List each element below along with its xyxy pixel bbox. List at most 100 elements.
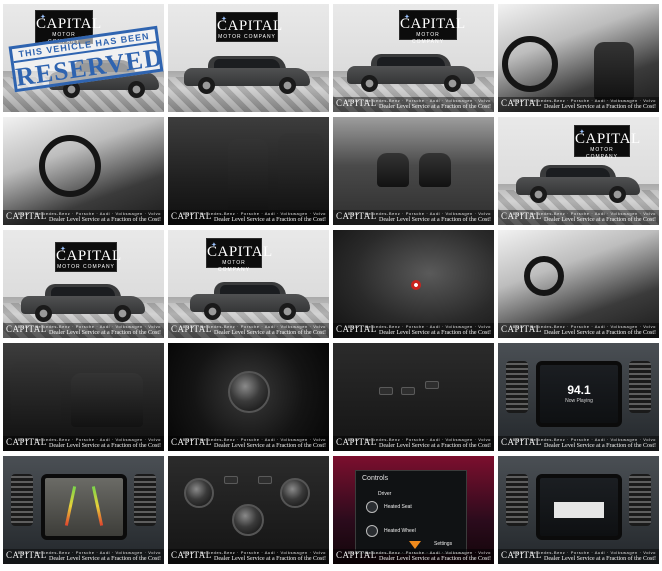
start-button-icon bbox=[411, 280, 421, 290]
watermark-bar: CAPITAL BMW · Mercedes-Benz · Porsche · … bbox=[333, 323, 494, 338]
pointer-arrow-icon bbox=[409, 541, 421, 549]
screen-panel bbox=[554, 502, 604, 518]
steering-wheel bbox=[502, 36, 558, 92]
radio-status: Now Playing bbox=[565, 398, 593, 404]
controls-title: Controls bbox=[362, 475, 389, 482]
radio-screen: 94.1 Now Playing bbox=[536, 361, 622, 427]
console-button-icon bbox=[401, 387, 415, 395]
watermark-makes: BMW · Mercedes-Benz · Porsche · Audi · V… bbox=[347, 211, 491, 216]
vehicle bbox=[516, 165, 640, 203]
star-icon: ✦ bbox=[40, 14, 46, 21]
cargo-background bbox=[333, 117, 494, 225]
settings-label: Settings bbox=[434, 541, 453, 547]
watermark-makes: BMW · Mercedes-Benz · Porsche · Audi · V… bbox=[182, 324, 326, 329]
watermark-bar: CAPITAL BMW · Mercedes-Benz · Porsche · … bbox=[498, 323, 659, 338]
watermark-tagline: Dealer Level Service at a Fraction of th… bbox=[49, 330, 161, 336]
gallery-thumbnail[interactable]: CAPITAL BMW · Mercedes-Benz · Porsche · … bbox=[168, 117, 329, 225]
guide-line bbox=[64, 486, 77, 526]
watermark-makes: BMW · Mercedes-Benz · Porsche · Audi · V… bbox=[512, 98, 656, 103]
watermark-makes: BMW · Mercedes-Benz · Porsche · Audi · V… bbox=[347, 324, 491, 329]
gallery-thumbnail[interactable]: ✦ CAPITAL MOTOR COMPANY THIS VEHICLE HAS… bbox=[3, 4, 164, 112]
dealer-sign: ✦ CAPITAL MOTOR COMPANY bbox=[574, 125, 640, 160]
console-button-icon bbox=[425, 381, 439, 389]
gallery-thumbnail[interactable]: ✦ CAPITAL MOTOR COMPANY CAPITAL BMW · Me… bbox=[168, 230, 329, 338]
steering-wheel bbox=[524, 256, 564, 296]
temperature-knob-icon bbox=[184, 478, 214, 508]
gallery-thumbnail[interactable]: ✦ CAPITAL MOTOR COMPANY CAPITAL BMW · Me… bbox=[498, 117, 659, 225]
watermark-makes: BMW · Mercedes-Benz · Porsche · Audi · V… bbox=[512, 324, 656, 329]
temperature-knob-icon bbox=[280, 478, 310, 508]
vehicle bbox=[190, 282, 310, 320]
gallery-thumbnail[interactable]: CAPITAL BMW · Mercedes-Benz · Porsche · … bbox=[498, 230, 659, 338]
sign-subtitle: MOTOR COMPANY bbox=[57, 264, 115, 270]
watermark-bar: CAPITAL BMW · Mercedes-Benz · Porsche · … bbox=[333, 97, 494, 112]
air-vent-icon bbox=[506, 361, 528, 413]
gallery-thumbnail[interactable]: CAPITAL BMW · Mercedes-Benz · Porsche · … bbox=[168, 343, 329, 451]
gallery-thumbnail[interactable]: ✦ CAPITAL MOTOR COMPANY CAPITAL BMW · Me… bbox=[3, 230, 164, 338]
fan-knob-icon bbox=[232, 504, 264, 536]
watermark-tagline: Dealer Level Service at a Fraction of th… bbox=[379, 556, 491, 562]
gallery-thumbnail[interactable]: CAPITAL BMW · Mercedes-Benz · Porsche · … bbox=[333, 343, 494, 451]
info-screen bbox=[536, 474, 622, 540]
gallery-thumbnail[interactable]: CAPITAL BMW · Mercedes-Benz · Porsche · … bbox=[498, 4, 659, 112]
gallery-thumbnail[interactable]: Controls Driver Heated Seat Heated Wheel… bbox=[333, 456, 494, 564]
climate-button-icon bbox=[258, 476, 272, 484]
heated-wheel-label: Heated Wheel bbox=[384, 528, 416, 534]
gallery-thumbnail[interactable]: CAPITAL BMW · Mercedes-Benz · Porsche · … bbox=[3, 343, 164, 451]
watermark-tagline: Dealer Level Service at a Fraction of th… bbox=[214, 556, 326, 562]
sign-subtitle: MOTOR COMPANY bbox=[218, 34, 276, 40]
watermark-bar: CAPITAL BMW · Mercedes-Benz · Porsche · … bbox=[168, 436, 329, 451]
gallery-thumbnail[interactable]: 94.1 Now Playing CAPITAL BMW · Mercedes-… bbox=[498, 343, 659, 451]
gallery-thumbnail[interactable]: CAPITAL BMW · Mercedes-Benz · Porsche · … bbox=[498, 456, 659, 564]
driver-label: Driver bbox=[378, 491, 392, 497]
star-icon: ✦ bbox=[579, 129, 585, 136]
heated-seat-label: Heated Seat bbox=[384, 504, 412, 510]
console-button-icon bbox=[379, 387, 393, 395]
watermark-bar: CAPITAL BMW · Mercedes-Benz · Porsche · … bbox=[168, 210, 329, 225]
watermark-makes: BMW · Mercedes-Benz · Porsche · Audi · V… bbox=[17, 550, 161, 555]
watermark-bar: CAPITAL BMW · Mercedes-Benz · Porsche · … bbox=[168, 323, 329, 338]
vehicle bbox=[347, 54, 475, 92]
console-background bbox=[333, 343, 494, 451]
vehicle bbox=[21, 284, 145, 322]
seat bbox=[419, 153, 451, 187]
radio-frequency: 94.1 bbox=[567, 383, 591, 397]
watermark-tagline: Dealer Level Service at a Fraction of th… bbox=[544, 217, 656, 223]
star-icon: ✦ bbox=[211, 242, 217, 249]
watermark-bar: CAPITAL BMW · Mercedes-Benz · Porsche · … bbox=[3, 323, 164, 338]
gallery-thumbnail[interactable]: ✦ CAPITAL MOTOR COMPANY bbox=[168, 4, 329, 112]
star-icon: ✦ bbox=[60, 246, 66, 253]
gallery-thumbnail[interactable]: ✦ CAPITAL MOTOR COMPANY CAPITAL BMW · Me… bbox=[333, 4, 494, 112]
watermark-bar: CAPITAL BMW · Mercedes-Benz · Porsche · … bbox=[3, 436, 164, 451]
watermark-makes: BMW · Mercedes-Benz · Porsche · Audi · V… bbox=[512, 437, 656, 442]
gallery-thumbnail[interactable]: CAPITAL BMW · Mercedes-Benz · Porsche · … bbox=[3, 456, 164, 564]
watermark-makes: BMW · Mercedes-Benz · Porsche · Audi · V… bbox=[512, 211, 656, 216]
watermark-tagline: Dealer Level Service at a Fraction of th… bbox=[379, 330, 491, 336]
watermark-bar: CAPITAL BMW · Mercedes-Benz · Porsche · … bbox=[333, 210, 494, 225]
watermark-makes: BMW · Mercedes-Benz · Porsche · Audi · V… bbox=[17, 324, 161, 329]
watermark-makes: BMW · Mercedes-Benz · Porsche · Audi · V… bbox=[347, 98, 491, 103]
steering-wheel bbox=[39, 135, 101, 197]
air-vent-icon bbox=[134, 474, 156, 526]
air-vent-icon bbox=[629, 474, 651, 526]
camera-screen bbox=[41, 474, 127, 540]
seat bbox=[594, 42, 634, 100]
watermark-tagline: Dealer Level Service at a Fraction of th… bbox=[379, 217, 491, 223]
gallery-thumbnail[interactable]: CAPITAL BMW · Mercedes-Benz · Porsche · … bbox=[3, 117, 164, 225]
gallery-thumbnail[interactable]: CAPITAL BMW · Mercedes-Benz · Porsche · … bbox=[333, 117, 494, 225]
watermark-tagline: Dealer Level Service at a Fraction of th… bbox=[379, 443, 491, 449]
watermark-bar: CAPITAL BMW · Mercedes-Benz · Porsche · … bbox=[498, 97, 659, 112]
seat bbox=[228, 139, 268, 213]
watermark-tagline: Dealer Level Service at a Fraction of th… bbox=[544, 330, 656, 336]
watermark-bar: CAPITAL BMW · Mercedes-Benz · Porsche · … bbox=[3, 549, 164, 564]
dealer-sign: ✦ CAPITAL MOTOR COMPANY bbox=[399, 10, 465, 45]
dealer-sign: ✦ CAPITAL MOTOR COMPANY bbox=[216, 12, 282, 42]
heated-wheel-icon bbox=[366, 525, 378, 537]
gallery-thumbnail[interactable]: CAPITAL BMW · Mercedes-Benz · Porsche · … bbox=[333, 230, 494, 338]
watermark-tagline: Dealer Level Service at a Fraction of th… bbox=[544, 104, 656, 110]
watermark-makes: BMW · Mercedes-Benz · Porsche · Audi · V… bbox=[347, 437, 491, 442]
gallery-thumbnail[interactable]: CAPITAL BMW · Mercedes-Benz · Porsche · … bbox=[168, 456, 329, 564]
guide-line bbox=[91, 486, 104, 526]
air-vent-icon bbox=[506, 474, 528, 526]
sign-subtitle: MOTOR COMPANY bbox=[586, 147, 618, 160]
